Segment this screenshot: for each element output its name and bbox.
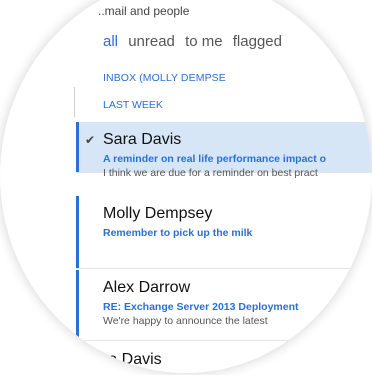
message-item-sara-davis-2[interactable]: ra Davis (76, 342, 372, 373)
message-sender: Molly Dempsey (103, 205, 213, 222)
unread-indicator (76, 122, 79, 172)
group-header-last-week: LAST WEEK (103, 99, 163, 111)
list-rail (74, 87, 75, 117)
message-subject: A reminder on real life performance impa… (103, 153, 327, 165)
filter-unread[interactable]: unread (128, 33, 175, 50)
message-item-molly-dempsey[interactable]: Molly Dempsey Remember to pick up the mi… (76, 196, 372, 269)
folder-header: INBOX (MOLLY DEMPSE (103, 72, 226, 84)
search-hint[interactable]: ..mail and people (98, 4, 189, 18)
message-subject: RE: Exchange Server 2013 Deployment (103, 301, 299, 313)
message-preview: We're happy to announce the latest (103, 315, 268, 327)
message-sender: ra Davis (103, 351, 162, 368)
unread-indicator (76, 270, 79, 340)
filter-to-me[interactable]: to me (185, 33, 223, 50)
filter-all[interactable]: all (103, 33, 118, 50)
message-item-alex-darrow[interactable]: Alex Darrow RE: Exchange Server 2013 Dep… (76, 270, 372, 341)
message-item-sara-davis[interactable]: ✔ Sara Davis A reminder on real life per… (76, 122, 372, 179)
message-sender: Sara Davis (103, 131, 182, 148)
filter-flagged[interactable]: flagged (233, 33, 282, 50)
magnifier-lens: ..mail and people all unread to me flagg… (0, 0, 372, 373)
message-subject: Remember to pick up the milk (103, 227, 253, 239)
filter-bar: all unread to me flagged (103, 33, 288, 50)
message-preview: I think we are due for a reminder on bes… (103, 167, 318, 179)
screen: ..mail and people all unread to me flagg… (0, 0, 372, 375)
check-icon[interactable]: ✔ (85, 133, 95, 147)
unread-indicator (76, 196, 79, 268)
message-sender: Alex Darrow (103, 279, 191, 296)
